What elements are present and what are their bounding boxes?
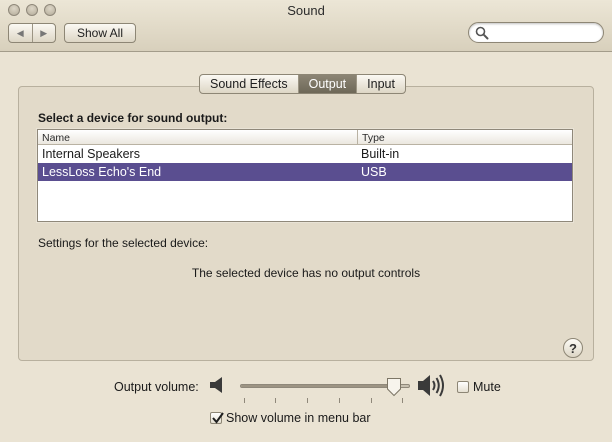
device-type: Built-in — [361, 147, 400, 161]
column-divider — [357, 130, 358, 145]
back-forward-group: ◀ ▶ — [8, 23, 56, 43]
forward-arrow-icon: ▶ — [40, 27, 48, 38]
mute-label: Mute — [473, 380, 501, 394]
no-output-controls-message: The selected device has no output contro… — [191, 266, 421, 280]
table-row-selected[interactable]: LessLoss Echo's End USB — [38, 163, 572, 181]
mute-control[interactable]: Mute — [457, 380, 501, 394]
output-volume-slider-fill — [241, 385, 401, 387]
help-button[interactable]: ? — [563, 338, 583, 358]
back-arrow-icon: ◀ — [16, 27, 24, 38]
output-volume-slider-track[interactable] — [240, 384, 410, 388]
speaker-low-icon[interactable] — [209, 375, 225, 395]
volume-tick — [402, 398, 403, 403]
speaker-high-icon[interactable] — [417, 372, 447, 399]
device-type: USB — [361, 165, 387, 179]
mute-checkbox[interactable] — [457, 381, 469, 393]
tab-output[interactable]: Output — [297, 75, 357, 93]
device-name: LessLoss Echo's End — [42, 165, 162, 179]
tab-sound-effects[interactable]: Sound Effects — [200, 75, 298, 93]
show-volume-in-menu-bar-label: Show volume in menu bar — [226, 411, 371, 425]
search-icon — [475, 26, 489, 40]
volume-tick — [339, 398, 340, 403]
output-volume-slider-knob[interactable] — [386, 377, 402, 397]
volume-tick — [371, 398, 372, 403]
back-button[interactable]: ◀ — [9, 24, 32, 42]
table-row[interactable]: Internal Speakers Built-in — [38, 145, 572, 163]
tab-bar: Sound Effects Output Input — [199, 74, 406, 94]
output-device-table[interactable]: Name Type Internal Speakers Built-in Les… — [37, 129, 573, 222]
output-panel — [18, 86, 594, 361]
tab-input[interactable]: Input — [356, 75, 405, 93]
show-all-button[interactable]: Show All — [64, 23, 136, 43]
device-name: Internal Speakers — [42, 147, 140, 161]
output-section-label: Select a device for sound output: — [38, 111, 228, 125]
window-title: Sound — [287, 3, 325, 18]
search-input[interactable] — [491, 25, 597, 40]
column-header-type[interactable]: Type — [362, 132, 385, 144]
show-volume-in-menu-bar-checkbox[interactable] — [210, 412, 224, 424]
show-volume-in-menu-bar-control[interactable]: Show volume in menu bar — [210, 411, 371, 425]
volume-tick — [244, 398, 245, 403]
help-icon: ? — [569, 340, 577, 356]
volume-tick — [307, 398, 308, 403]
search-field[interactable] — [468, 22, 604, 43]
volume-tick — [275, 398, 276, 403]
volume-ticks — [240, 398, 410, 406]
table-header: Name Type — [38, 130, 572, 145]
title-bar: Sound ◀ ▶ Show All — [0, 0, 612, 52]
column-header-name[interactable]: Name — [42, 132, 70, 144]
forward-button[interactable]: ▶ — [31, 24, 56, 42]
output-volume-label: Output volume: — [114, 380, 199, 394]
settings-label: Settings for the selected device: — [38, 236, 209, 250]
checkmark-icon — [212, 412, 224, 424]
